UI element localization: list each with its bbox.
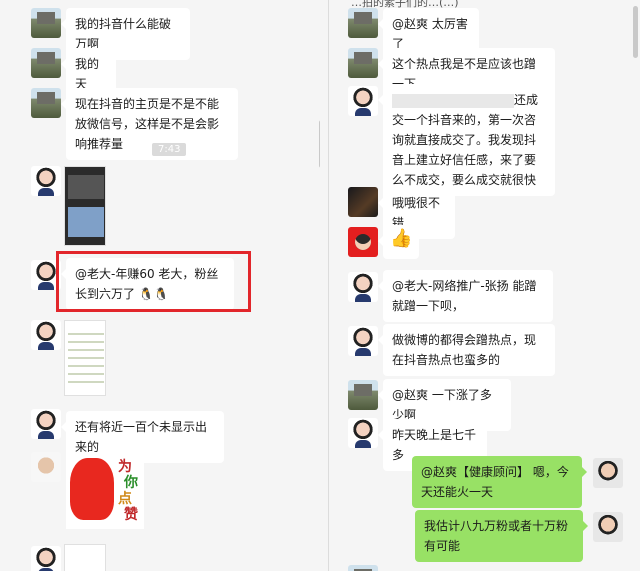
thumbs-up-emoji: 👍 <box>390 228 413 249</box>
my-avatar[interactable] <box>593 458 623 488</box>
woman-avatar[interactable] <box>31 546 61 571</box>
timestamp: 7:43 <box>152 143 187 156</box>
screenshot-image[interactable] <box>64 166 106 246</box>
my-avatar[interactable] <box>593 512 623 542</box>
message-text: 我的抖音什么能破万啊 <box>75 17 172 51</box>
left-scrollbar[interactable] <box>319 120 320 168</box>
woman-avatar[interactable] <box>348 86 378 116</box>
sticker-text: 赞 <box>124 507 138 523</box>
my-message-bubble: @赵爽【健康顾问】 嗯，今天还能火一天 <box>412 456 587 508</box>
cartoon-avatar[interactable] <box>348 227 378 257</box>
right-chat-pane: …拍的素子们的…(…) @赵爽 太厉害了 这个热点我是不是应该也蹭一下 还成交一… <box>329 0 640 571</box>
highlight-box <box>56 251 251 312</box>
message-text: 我的天 <box>75 57 100 91</box>
left-chat-pane: 我的抖音什么能破万啊 我的天 现在抖音的主页是不是不能放微信号，这样是不是会影响… <box>0 0 320 571</box>
message-bubble: 做微博的都得会蹭热点，现在抖音热点也蛮多的 <box>378 324 555 376</box>
screenshot-image[interactable] <box>64 320 106 396</box>
message-text: @赵爽【健康顾问】 嗯，今天还能火一天 <box>421 465 569 499</box>
redacted-text <box>392 93 514 108</box>
castle-avatar[interactable] <box>348 48 378 78</box>
woman-avatar[interactable] <box>348 272 378 302</box>
woman-avatar[interactable] <box>348 418 378 448</box>
photo-avatar[interactable] <box>348 187 378 217</box>
woman-avatar[interactable] <box>348 326 378 356</box>
message-text: @老大-网络推广-张扬 能蹭就蹭一下呗， <box>392 279 537 313</box>
right-scrollbar[interactable] <box>633 6 638 58</box>
message-text: @赵爽 一下涨了多少啊 <box>392 388 492 422</box>
message-text: 我估计八九万粉或者十万粉有可能 <box>424 519 569 553</box>
image-content <box>68 175 104 199</box>
screenshot-image[interactable] <box>64 544 106 571</box>
image-content <box>68 207 104 237</box>
thumbs-up-icon <box>70 458 114 520</box>
thumbs-up-sticker[interactable]: 为 你 点 赞 <box>66 452 144 529</box>
castle-avatar[interactable] <box>348 380 378 410</box>
castle-avatar[interactable] <box>31 88 61 118</box>
message-text: 做微博的都得会蹭热点，现在抖音热点也蛮多的 <box>392 333 537 367</box>
message-bubble: 还成交一个抖音来的，第一次咨询就直接成交了。我发现抖音上建立好信任感，来了要么不… <box>378 84 555 196</box>
castle-avatar[interactable] <box>348 565 378 571</box>
my-message-bubble: 我估计八九万粉或者十万粉有可能 <box>415 510 588 562</box>
message-text: 还有将近一百个未显示出来的 <box>75 420 208 454</box>
castle-avatar[interactable] <box>31 8 61 38</box>
message-bubble: 👍 <box>378 225 419 259</box>
message-bubble: @老大-网络推广-张扬 能蹭就蹭一下呗， <box>378 270 553 322</box>
man-avatar[interactable] <box>31 452 61 482</box>
message-text: 一个抖音来的，第一次咨询就直接成交了。我发现抖音上建立好信任感，来了要么不成交，… <box>392 113 537 187</box>
chat-header: …拍的素子们的…(…) <box>329 0 640 9</box>
woman-avatar[interactable] <box>31 409 61 439</box>
message-text: 现在抖音的主页是不是不能放微信号，这样是不是会影响推荐量 <box>75 97 220 151</box>
castle-avatar[interactable] <box>348 8 378 38</box>
woman-avatar[interactable] <box>31 320 61 350</box>
woman-avatar[interactable] <box>31 166 61 196</box>
image-content <box>68 327 104 387</box>
message-text: @赵爽 太厉害了 <box>392 17 468 51</box>
castle-avatar[interactable] <box>31 48 61 78</box>
